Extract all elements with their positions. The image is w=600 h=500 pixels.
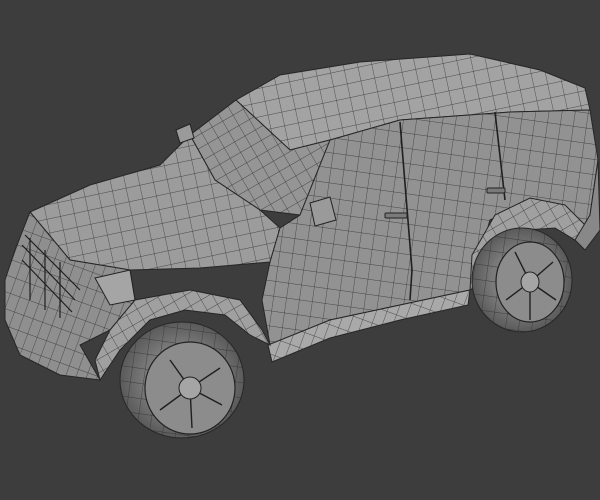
car-model-render[interactable] — [0, 0, 600, 500]
rear-hub — [520, 271, 540, 293]
rear-wheel — [471, 227, 573, 333]
3d-viewport[interactable] — [0, 0, 600, 500]
front-hub — [178, 376, 202, 400]
rear-door-handle — [486, 187, 506, 194]
front-door-handle — [384, 212, 408, 219]
front-wheel — [119, 321, 245, 439]
